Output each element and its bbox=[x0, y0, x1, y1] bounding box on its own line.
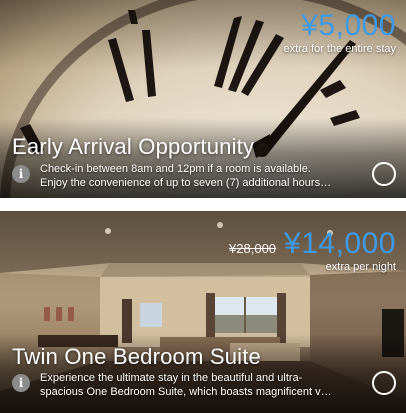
offer-card-twin-suite[interactable]: ¥28,000 ¥14,000 extra per night Twin One… bbox=[0, 211, 406, 413]
info-icon[interactable]: i bbox=[12, 374, 30, 392]
description-line-2: Enjoy the convenience of up to seven (7)… bbox=[40, 177, 332, 189]
price-note: extra per night bbox=[325, 261, 396, 273]
selection-radio-icon[interactable] bbox=[372, 162, 396, 186]
offer-title: Early Arrival Opportunity bbox=[12, 134, 255, 159]
description-row: i Check-in between 8am and 12pm if a roo… bbox=[12, 162, 396, 190]
description-line-2: spacious One Bedroom Suite, which boasts… bbox=[40, 386, 332, 398]
offer-description: Check-in between 8am and 12pm if a room … bbox=[40, 162, 358, 190]
price: ¥5,000 bbox=[301, 9, 396, 42]
selection-radio-icon[interactable] bbox=[372, 371, 396, 395]
price-block: ¥28,000 ¥14,000 extra per night bbox=[229, 227, 396, 274]
offer-card-early-arrival[interactable]: ¥5,000 extra for the entire stay Early A… bbox=[0, 0, 406, 198]
original-price: ¥28,000 bbox=[229, 241, 277, 256]
info-icon[interactable]: i bbox=[12, 165, 30, 183]
price: ¥14,000 bbox=[284, 227, 396, 260]
price-block: ¥5,000 extra for the entire stay bbox=[283, 9, 397, 56]
price-note: extra for the entire stay bbox=[283, 43, 397, 55]
offer-description: Experience the ultimate stay in the beau… bbox=[40, 371, 358, 399]
description-row: i Experience the ultimate stay in the be… bbox=[12, 371, 396, 399]
offer-title: Twin One Bedroom Suite bbox=[12, 344, 261, 369]
description-line-1: Check-in between 8am and 12pm if a room … bbox=[40, 163, 311, 175]
description-line-1: Experience the ultimate stay in the beau… bbox=[40, 372, 303, 384]
